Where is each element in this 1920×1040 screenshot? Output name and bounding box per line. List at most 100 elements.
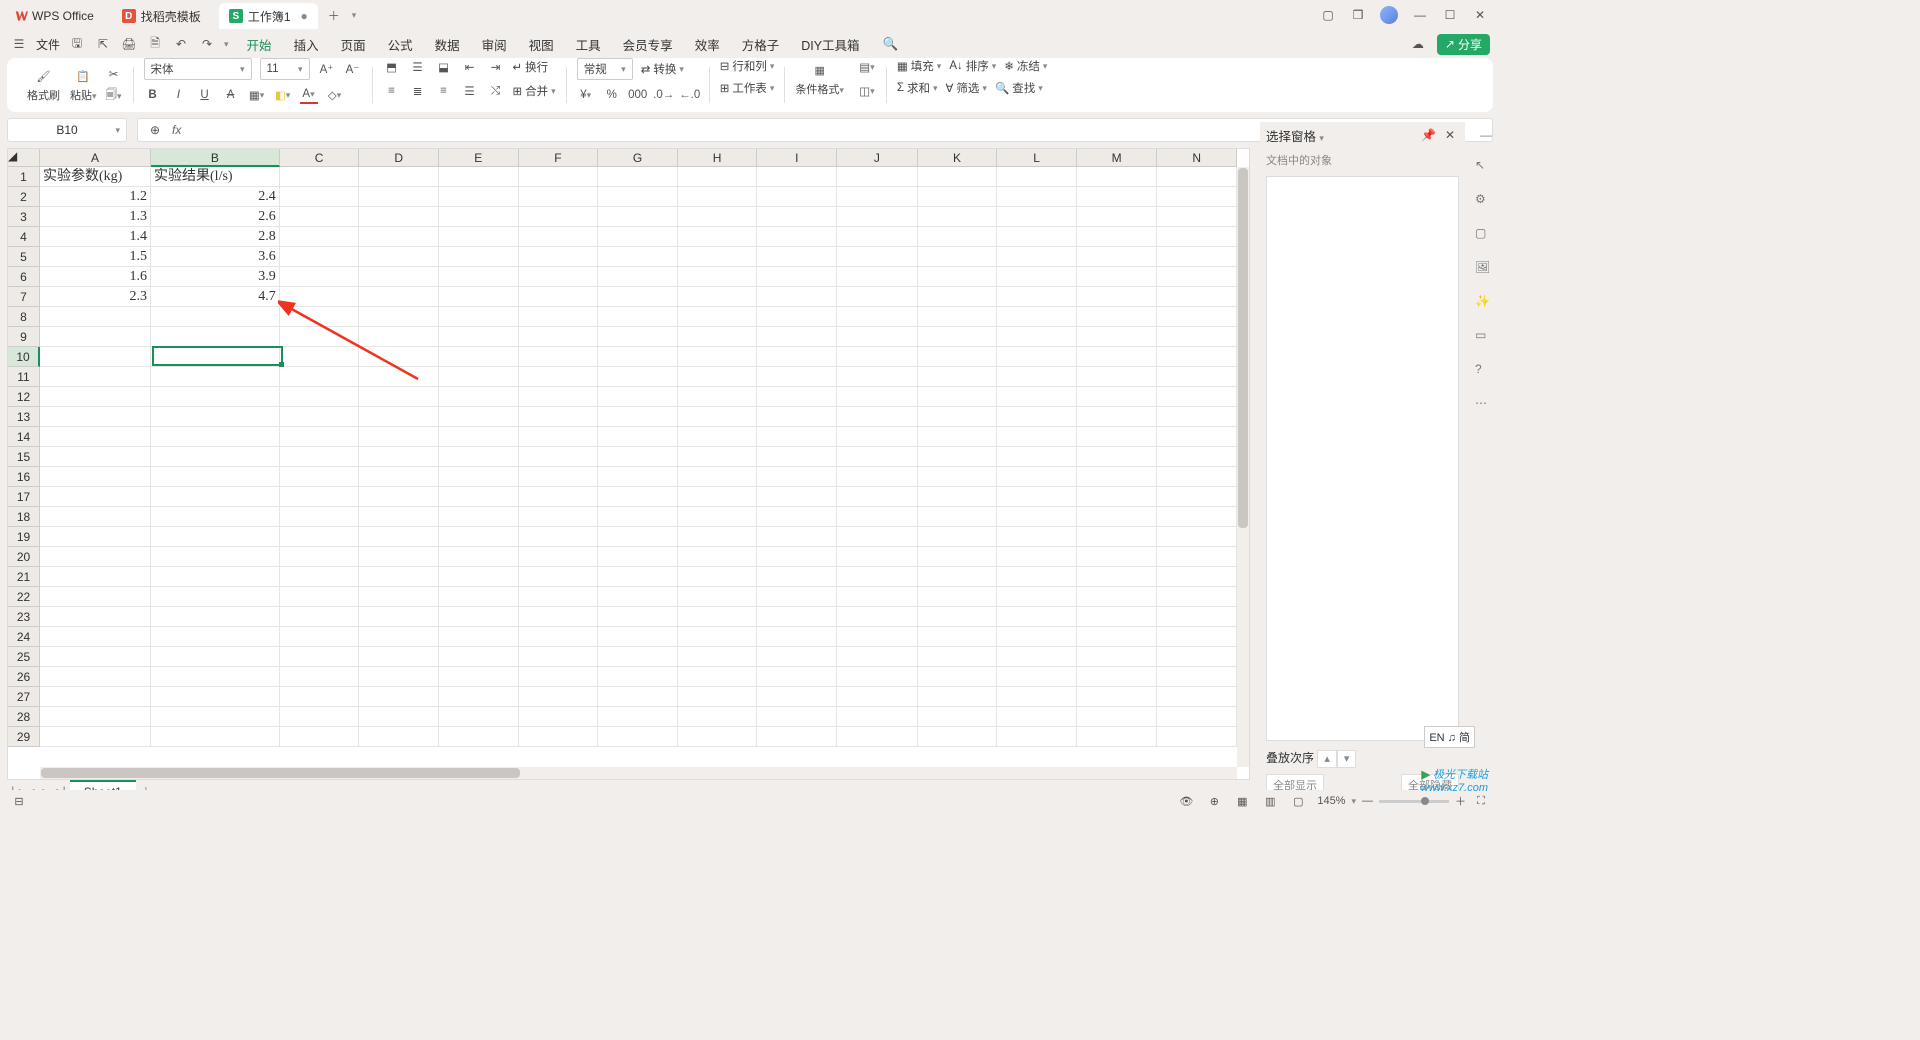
cell-E1[interactable]	[439, 167, 519, 187]
cell-J10[interactable]	[837, 347, 918, 367]
zoom-in-button[interactable]: ＋	[1455, 793, 1466, 809]
cell-L27[interactable]	[997, 687, 1077, 707]
cell-G20[interactable]	[598, 547, 678, 567]
cell-N27[interactable]	[1157, 687, 1237, 707]
cell-E22[interactable]	[439, 587, 519, 607]
cell-B17[interactable]	[151, 487, 280, 507]
cell-M7[interactable]	[1077, 287, 1158, 307]
cell-L1[interactable]	[997, 167, 1077, 187]
cell-M29[interactable]	[1077, 727, 1158, 747]
cell-D9[interactable]	[359, 327, 439, 347]
cell-A22[interactable]	[40, 587, 151, 607]
cell-F21[interactable]	[519, 567, 599, 587]
font-size-select[interactable]: 11▾	[260, 58, 310, 80]
cell-J26[interactable]	[837, 667, 918, 687]
inc-decimal-icon[interactable]: .0→	[655, 86, 673, 104]
cell-G8[interactable]	[598, 307, 678, 327]
print-preview-icon[interactable]: 🗎	[146, 35, 164, 53]
cell-A2[interactable]: 1.2	[40, 187, 151, 207]
cell-N28[interactable]	[1157, 707, 1237, 727]
workbook-tab[interactable]: S 工作簿1 ●	[219, 3, 318, 29]
cell-D16[interactable]	[359, 467, 439, 487]
indent-dec-icon[interactable]: ⇤	[461, 58, 479, 76]
cell-J27[interactable]	[837, 687, 918, 707]
menu-fangge[interactable]: 方格子	[742, 35, 780, 54]
cell-N17[interactable]	[1157, 487, 1237, 507]
cell-A7[interactable]: 2.3	[40, 287, 151, 307]
cell-F8[interactable]	[519, 307, 599, 327]
menu-page[interactable]: 页面	[341, 35, 366, 54]
cell-M25[interactable]	[1077, 647, 1158, 667]
cell-G26[interactable]	[598, 667, 678, 687]
cell-E27[interactable]	[439, 687, 519, 707]
col-header-D[interactable]: D	[359, 149, 439, 167]
cell-I11[interactable]	[757, 367, 837, 387]
cell-H13[interactable]	[678, 407, 758, 427]
cell-A16[interactable]	[40, 467, 151, 487]
currency-icon[interactable]: ¥▾	[577, 86, 595, 104]
orientation-icon[interactable]: ⤭	[487, 82, 505, 100]
cell-H25[interactable]	[678, 647, 758, 667]
cell-I23[interactable]	[757, 607, 837, 627]
cell-I12[interactable]	[757, 387, 837, 407]
cell-K18[interactable]	[918, 507, 998, 527]
cell-M13[interactable]	[1077, 407, 1158, 427]
cell-M24[interactable]	[1077, 627, 1158, 647]
cell-E13[interactable]	[439, 407, 519, 427]
cell-D26[interactable]	[359, 667, 439, 687]
cell-E26[interactable]	[439, 667, 519, 687]
cell-F11[interactable]	[519, 367, 599, 387]
cell-K16[interactable]	[918, 467, 998, 487]
cell-G29[interactable]	[598, 727, 678, 747]
underline-icon[interactable]: U	[196, 86, 214, 104]
cell-F15[interactable]	[519, 447, 599, 467]
cell-F29[interactable]	[519, 727, 599, 747]
cell-L18[interactable]	[997, 507, 1077, 527]
cell-J5[interactable]	[837, 247, 918, 267]
cell-M18[interactable]	[1077, 507, 1158, 527]
cell-D5[interactable]	[359, 247, 439, 267]
cell-G14[interactable]	[598, 427, 678, 447]
cell-K22[interactable]	[918, 587, 998, 607]
cell-B21[interactable]	[151, 567, 280, 587]
cell-D24[interactable]	[359, 627, 439, 647]
cell-G19[interactable]	[598, 527, 678, 547]
cell-A29[interactable]	[40, 727, 151, 747]
pin-icon[interactable]: 📌	[1420, 126, 1438, 144]
file-menu[interactable]: 文件	[36, 36, 60, 53]
cell-M3[interactable]	[1077, 207, 1158, 227]
cell-G21[interactable]	[598, 567, 678, 587]
cell-N10[interactable]	[1157, 347, 1237, 367]
col-header-J[interactable]: J	[837, 149, 918, 167]
cell-C26[interactable]	[280, 667, 360, 687]
col-header-C[interactable]: C	[280, 149, 360, 167]
cell-D14[interactable]	[359, 427, 439, 447]
cell-K27[interactable]	[918, 687, 998, 707]
cell-J25[interactable]	[837, 647, 918, 667]
minimize-icon[interactable]: —	[1412, 7, 1428, 23]
cell-A17[interactable]	[40, 487, 151, 507]
cell-D7[interactable]	[359, 287, 439, 307]
cell-E4[interactable]	[439, 227, 519, 247]
cell-I3[interactable]	[757, 207, 837, 227]
cell-A27[interactable]	[40, 687, 151, 707]
cell-F14[interactable]	[519, 427, 599, 447]
cell-K25[interactable]	[918, 647, 998, 667]
cloud-icon[interactable]: ☁	[1409, 35, 1427, 53]
cell-F28[interactable]	[519, 707, 599, 727]
cell-K19[interactable]	[918, 527, 998, 547]
cell-N11[interactable]	[1157, 367, 1237, 387]
cell-G27[interactable]	[598, 687, 678, 707]
cell-M12[interactable]	[1077, 387, 1158, 407]
cell-M21[interactable]	[1077, 567, 1158, 587]
cell-F26[interactable]	[519, 667, 599, 687]
cell-G24[interactable]	[598, 627, 678, 647]
cell-C1[interactable]	[280, 167, 360, 187]
collapse-ribbon-icon[interactable]: —	[1480, 128, 1492, 142]
window-tile-icon[interactable]: ▢	[1320, 7, 1336, 23]
cell-B1[interactable]: 实验结果(l/s)	[151, 167, 280, 187]
fill-color-icon[interactable]: ◧▾	[274, 86, 292, 104]
cell-L19[interactable]	[997, 527, 1077, 547]
cell-A20[interactable]	[40, 547, 151, 567]
cell-B13[interactable]	[151, 407, 280, 427]
